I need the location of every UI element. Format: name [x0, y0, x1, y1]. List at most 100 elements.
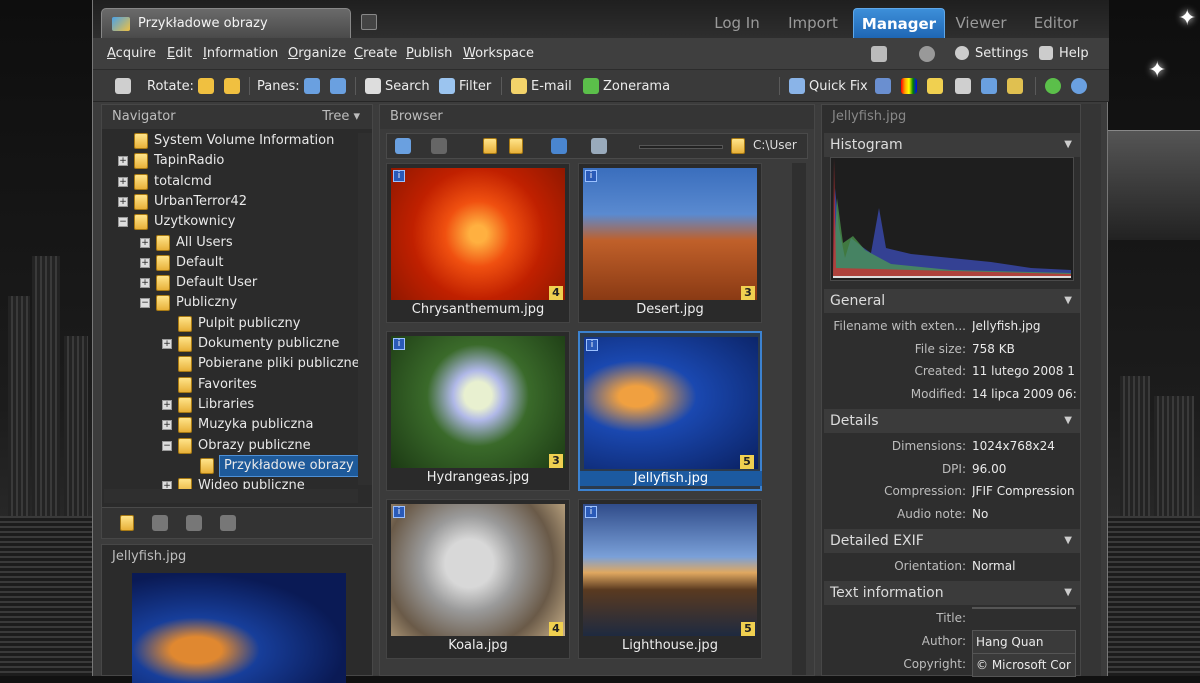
tree-item[interactable]: + Default: [140, 253, 224, 273]
expand-icon[interactable]: +: [140, 257, 150, 268]
property-value[interactable]: [972, 607, 1076, 609]
email-button[interactable]: E-mail: [511, 78, 572, 94]
tree-item[interactable]: + UrbanTerror42: [118, 192, 247, 212]
folder-menu-icon[interactable]: [509, 138, 523, 154]
property-label: DPI:: [941, 461, 966, 476]
sort-icon[interactable]: [551, 138, 567, 154]
collapse-icon[interactable]: −: [162, 440, 172, 451]
tree-item[interactable]: System Volume Information: [118, 131, 334, 151]
menu-create[interactable]: Create: [354, 46, 397, 61]
section-details[interactable]: Details ▼: [824, 409, 1080, 433]
tree-item[interactable]: Przykładowe obrazy: [184, 454, 359, 477]
rotate-left-icon[interactable]: [197, 78, 214, 94]
thumbnail-item[interactable]: i 3 Hydrangeas.jpg: [386, 331, 570, 491]
browser-scrollbar[interactable]: [792, 163, 806, 675]
tab-import[interactable]: Import: [777, 8, 849, 38]
collapse-icon[interactable]: −: [118, 217, 128, 228]
menu-edit[interactable]: Edit: [167, 46, 192, 61]
forward-icon[interactable]: [431, 138, 447, 154]
navigator-horizontal-scrollbar[interactable]: [104, 489, 358, 503]
navigator-scrollbar[interactable]: [358, 133, 372, 485]
info-icon: i: [393, 506, 405, 518]
tree-view-dropdown[interactable]: Tree ▾: [322, 105, 360, 129]
view-mode-icon[interactable]: [591, 138, 607, 154]
property-value[interactable]: © Microsoft Cor: [972, 653, 1076, 677]
tab-viewer[interactable]: Viewer: [949, 8, 1013, 38]
export-icon[interactable]: [1007, 78, 1023, 94]
tree-item[interactable]: Favorites: [162, 375, 257, 395]
zoom-out-icon[interactable]: [1071, 78, 1087, 94]
chevron-down-icon: ▼: [1064, 415, 1072, 426]
tree-item[interactable]: Pobierane pliki publiczne: [162, 354, 360, 374]
expand-icon[interactable]: +: [118, 156, 128, 167]
menu-information[interactable]: Information: [203, 46, 278, 61]
thumbnail-item[interactable]: i 5 Jellyfish.jpg: [578, 331, 762, 491]
zoom-in-icon[interactable]: [1045, 78, 1061, 94]
zonerama-button[interactable]: Zonerama: [583, 78, 670, 94]
tree-item[interactable]: + Libraries: [162, 395, 254, 415]
tree-item[interactable]: + TapinRadio: [118, 151, 224, 171]
tab-editor[interactable]: Editor: [1023, 8, 1089, 38]
property-value[interactable]: Hang Quan: [972, 630, 1076, 654]
expand-icon[interactable]: +: [140, 278, 150, 289]
tree-item[interactable]: + Dokumenty publiczne: [162, 334, 339, 354]
layout-icon[interactable]: [871, 46, 887, 62]
collapse-icon[interactable]: −: [140, 298, 150, 309]
tree-item[interactable]: − Uzytkownicy: [118, 212, 235, 232]
car-icon[interactable]: [875, 78, 891, 94]
expand-icon[interactable]: +: [118, 176, 128, 187]
thumbnail-item[interactable]: i 5 Lighthouse.jpg: [578, 499, 762, 659]
search-button[interactable]: Search: [365, 78, 430, 94]
folder-up-icon[interactable]: [483, 138, 497, 154]
color-icon[interactable]: [901, 78, 917, 94]
thumbnail-item[interactable]: i 4 Koala.jpg: [386, 499, 570, 659]
document-tab[interactable]: Przykładowe obrazy: [101, 8, 351, 38]
catalog-tab-icon[interactable]: [186, 515, 202, 531]
settings-menu[interactable]: Settings: [955, 46, 1028, 61]
thumbnail-item[interactable]: i 3 Desert.jpg: [578, 163, 762, 323]
menu-publish[interactable]: Publish: [406, 46, 452, 61]
levels-icon[interactable]: [955, 78, 971, 94]
quick-fix-button[interactable]: Quick Fix: [789, 78, 868, 94]
help-menu[interactable]: Help: [1039, 46, 1089, 61]
section-general[interactable]: General ▼: [824, 289, 1080, 313]
tree-item[interactable]: − Obrazy publiczne: [162, 436, 311, 456]
rotate-right-icon[interactable]: [223, 78, 240, 94]
tree-item-label: UrbanTerror42: [154, 193, 248, 209]
expand-icon[interactable]: +: [162, 399, 172, 410]
camera-icon[interactable]: [115, 78, 131, 94]
tab-manager[interactable]: Manager: [853, 8, 945, 38]
back-icon[interactable]: [395, 138, 411, 154]
section-text-information[interactable]: Text information ▼: [824, 581, 1080, 605]
menu-organize[interactable]: Organize: [288, 46, 346, 61]
menu-workspace[interactable]: Workspace: [463, 46, 534, 61]
expand-icon[interactable]: +: [162, 420, 172, 431]
pane-navigator-icon[interactable]: [303, 78, 320, 94]
album-tab-icon[interactable]: [220, 515, 236, 531]
new-tab-button[interactable]: [361, 14, 377, 30]
tree-item[interactable]: + totalcmd: [118, 172, 212, 192]
user-icon[interactable]: [919, 46, 935, 62]
tree-item[interactable]: Pulpit publiczny: [162, 314, 300, 334]
expand-icon[interactable]: +: [118, 196, 128, 207]
expand-icon[interactable]: +: [162, 339, 172, 349]
thumbnail-size-slider[interactable]: [639, 145, 723, 149]
section-histogram[interactable]: Histogram ▼: [824, 133, 1080, 157]
path-field[interactable]: C:\User: [753, 138, 797, 152]
pane-properties-icon[interactable]: [329, 78, 346, 94]
tree-item[interactable]: + Default User: [140, 273, 257, 293]
filter-button[interactable]: Filter: [439, 78, 491, 94]
menu-acquire[interactable]: Acquire: [107, 46, 156, 61]
section-detailed-exif[interactable]: Detailed EXIF ▼: [824, 529, 1080, 553]
folder-tab-icon[interactable]: [120, 515, 134, 531]
properties-scrollbar[interactable]: [1081, 104, 1101, 676]
tree-item[interactable]: + All Users: [140, 233, 233, 253]
expand-icon[interactable]: +: [140, 237, 150, 248]
tree-item[interactable]: + Muzyka publiczna: [162, 415, 314, 435]
tree-item[interactable]: − Publiczny: [140, 293, 237, 313]
picture-icon[interactable]: [981, 78, 997, 94]
bulb-icon[interactable]: [927, 78, 943, 94]
tab-log-in[interactable]: Log In: [707, 8, 767, 38]
thumbnail-item[interactable]: i 4 Chrysanthemum.jpg: [386, 163, 570, 323]
favorites-tab-icon[interactable]: [152, 515, 168, 531]
